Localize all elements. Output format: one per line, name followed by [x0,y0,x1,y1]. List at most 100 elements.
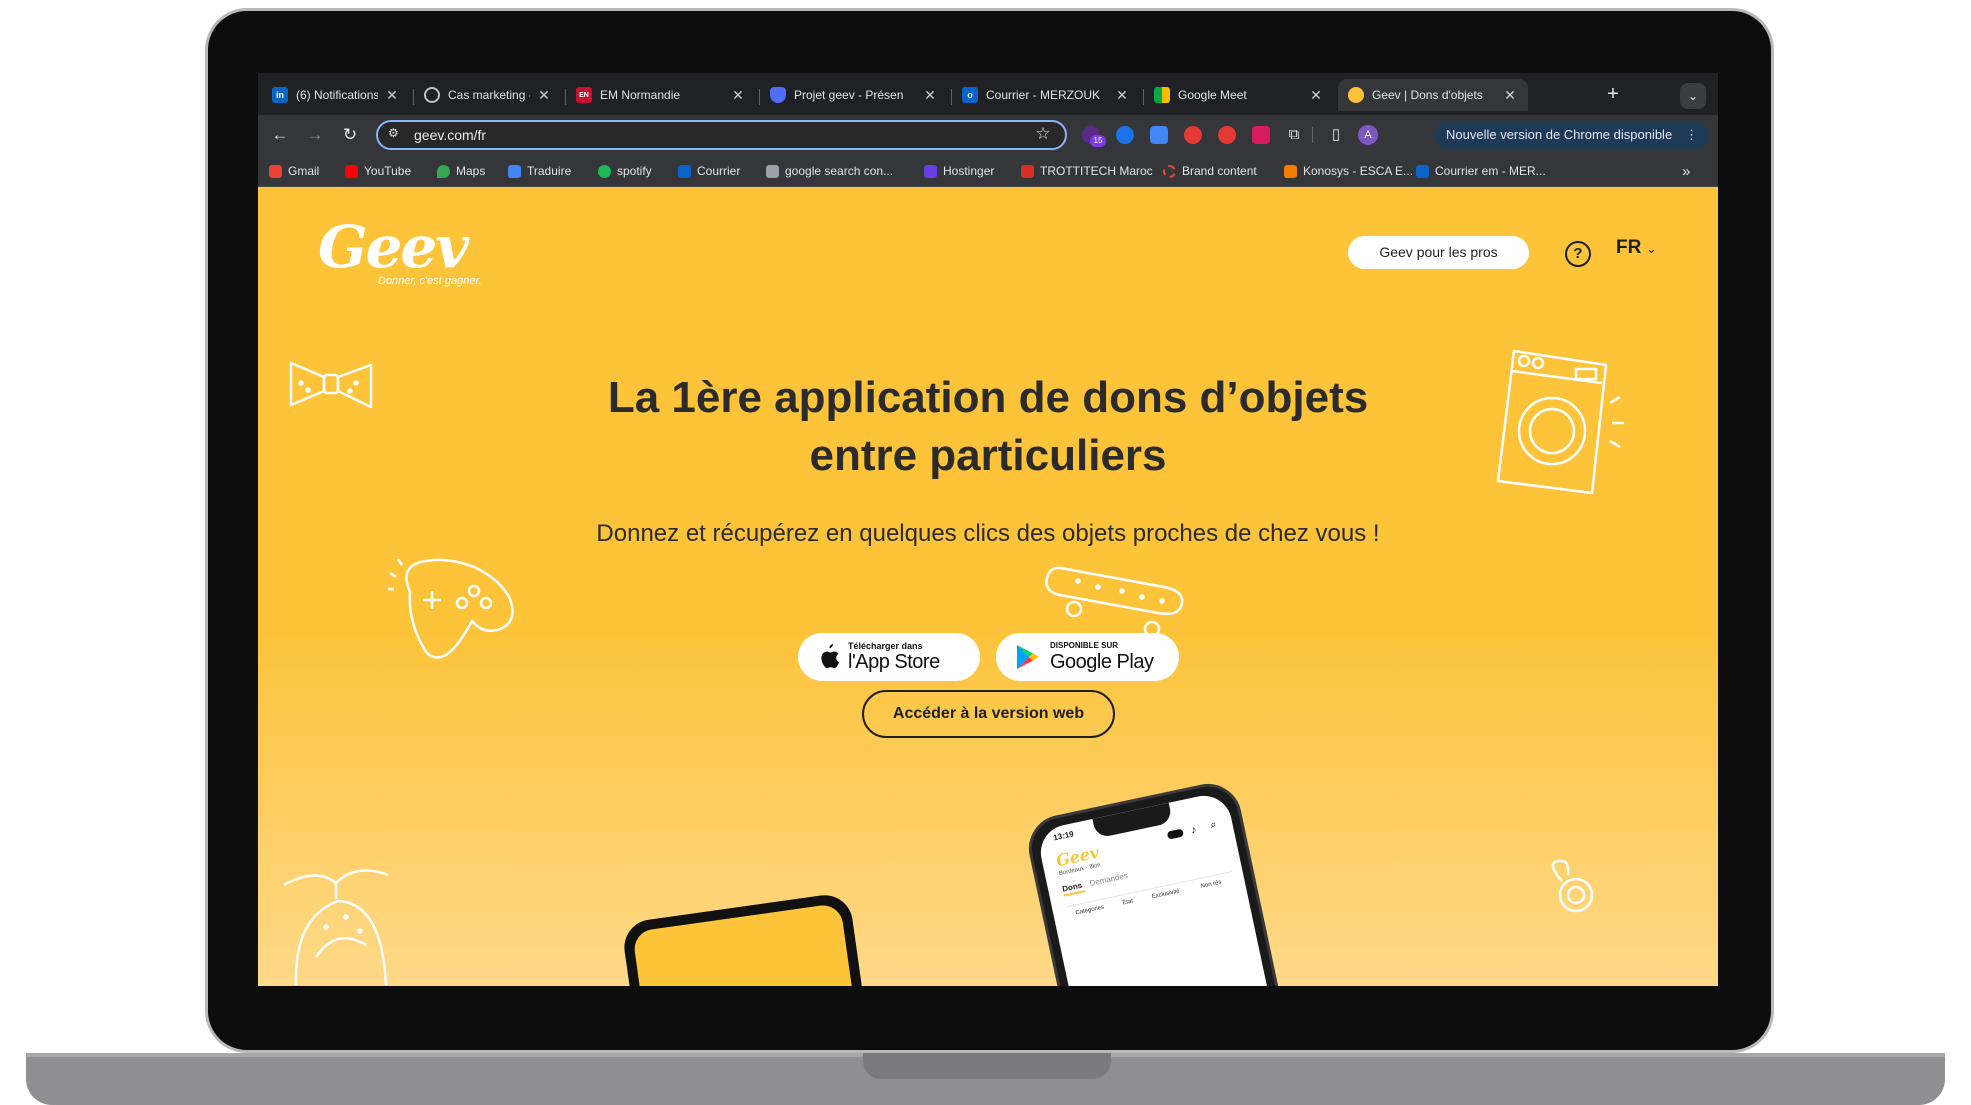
phone-notch [1092,802,1173,839]
browser-tab[interactable]: o Courrier - MERZOUK ✕ [952,79,1140,111]
phone-time: 13:19 [1052,829,1075,843]
app-store-button[interactable]: Télécharger dans l'App Store [798,633,980,681]
bookmark-trottitech[interactable]: TROTTITECH Maroc [1021,162,1153,180]
side-panel-icon[interactable]: ▯ [1324,123,1348,147]
youtube-icon [345,164,358,178]
geev-page: Geev Donner, c'est gagner. Geev pour les… [258,187,1718,986]
browser-tab[interactable]: Projet geev - Présen ✕ [760,79,948,111]
tab-title: Cas marketing - Sta [448,88,530,102]
geev-logo[interactable]: Geev [318,213,469,281]
close-tab-icon[interactable]: ✕ [730,87,746,104]
phone-mockup-back [620,891,866,986]
extension-icon[interactable] [1116,126,1134,144]
bell-icon: ♪ [1189,823,1198,837]
phone-divider [1066,871,1233,908]
chevron-down-icon[interactable]: ⌄ [1646,241,1657,257]
skateboard-doodle [1045,566,1184,638]
bookmark-konosys[interactable]: Konosys - ESCA E... [1284,162,1413,180]
bookmark-traduire[interactable]: Traduire [508,162,571,180]
translate-extension-icon[interactable] [1150,126,1168,144]
url-text[interactable]: geev.com/fr [414,127,486,143]
hero-title-line: La 1ère application de dons d’objets [607,373,1369,422]
close-tab-icon[interactable]: ✕ [1502,87,1518,104]
reload-icon[interactable]: ↻ [338,123,362,147]
bookmark-maps[interactable]: Maps [437,162,485,180]
forward-arrow-icon[interactable]: → [303,123,327,147]
bookmark-label: Courrier em - MER... [1435,164,1546,178]
more-menu-icon[interactable]: ⋮ [1685,121,1698,149]
help-icon[interactable]: ? [1565,241,1591,267]
phone-mockup: 13:19 Geev Bordeaux · 8km ♪ ⌕ Dons Deman… [1022,777,1294,986]
apple-icon [821,644,840,669]
bookmark-courrier[interactable]: Courrier [678,162,740,180]
app-store-label: l'App Store [848,651,940,673]
bookmark-label: Hostinger [943,164,995,178]
tab-title: Geev | Dons d'objets [1372,88,1483,102]
outlook-icon [678,164,691,178]
web-version-button[interactable]: Accéder à la version web [862,690,1115,738]
close-tab-icon[interactable]: ✕ [384,87,400,104]
bow-tie-doodle [289,361,373,409]
globe-icon [424,87,440,103]
hostinger-icon [924,164,937,178]
gmail-icon [269,164,282,178]
bookmarks-bar: Gmail YouTube Maps Traduire spotify Cour… [258,155,1718,187]
phone-filter: État [1122,898,1134,907]
geev-pros-button[interactable]: Geev pour les pros [1348,236,1529,269]
bookmark-hostinger[interactable]: Hostinger [924,162,994,180]
extension-icon[interactable] [1252,126,1270,144]
language-selector[interactable]: FR [1616,237,1641,259]
laptop-screen: in (6) Notifications | Lin ✕ Cas marketi… [258,73,1718,986]
phone-filter: Exclusivité [1151,888,1181,901]
microphone-extension-icon[interactable] [1218,126,1236,144]
back-arrow-icon[interactable]: ← [268,123,292,147]
trottitech-icon [1021,164,1034,178]
bookmark-star-icon[interactable]: ☆ [1032,124,1054,146]
tab-search-button[interactable]: ⌄ [1680,83,1706,109]
bookmark-brand-content[interactable]: Brand content [1163,162,1257,180]
hero-subtitle: Donnez et récupérez en quelques clics de… [596,520,1380,547]
search-icon: ⌕ [1209,818,1218,832]
konosys-icon [1284,164,1297,178]
browser-tab[interactable]: EN EM Normandie ✕ [566,79,756,111]
close-tab-icon[interactable]: ✕ [1114,87,1130,104]
bookmark-label: Traduire [527,164,572,178]
bookmark-label: Brand content [1182,164,1257,178]
propeller-cap-doodle [283,869,389,986]
bookmark-search-console[interactable]: google search con... [766,162,893,180]
outlook-icon [1416,164,1429,178]
bookmark-courrier-em[interactable]: Courrier em - MER... [1416,162,1546,180]
tab-title: EM Normandie [600,88,681,102]
phone-screen [632,902,856,986]
more-bookmarks-icon[interactable]: » [1682,162,1690,180]
new-tab-button[interactable]: + [1600,81,1626,107]
bookmark-gmail[interactable]: Gmail [269,162,319,180]
site-info-icon[interactable]: ⚙ [388,126,406,144]
bookmark-label: YouTube [364,164,412,178]
browser-tab-active[interactable]: Geev | Dons d'objets ✕ [1338,79,1528,111]
browser-tab[interactable]: in (6) Notifications | Lin ✕ [262,79,410,111]
phone-screen: 13:19 Geev Bordeaux · 8km ♪ ⌕ Dons Deman… [1035,790,1281,986]
browser-tab[interactable]: Cas marketing - Sta ✕ [414,79,562,111]
close-tab-icon[interactable]: ✕ [1308,87,1324,104]
address-bar[interactable]: ⚙ geev.com/fr ☆ [376,120,1067,150]
game-controller-doodle [388,558,514,659]
em-normandie-icon: EN [576,87,592,103]
bookmark-youtube[interactable]: YouTube [345,162,411,180]
chrome-update-button[interactable]: Nouvelle version de Chrome disponible ⋮ [1434,121,1708,149]
browser-tab[interactable]: Google Meet ✕ [1144,79,1334,111]
washing-machine-doodle [1496,349,1624,495]
translate-icon [508,164,521,178]
bookmark-label: Gmail [288,164,320,178]
pacifier-doodle [1551,859,1594,913]
close-tab-icon[interactable]: ✕ [922,87,938,104]
phone-filter: Non rés [1200,879,1223,890]
extensions-puzzle-icon[interactable]: ⧉ [1282,123,1306,147]
close-tab-icon[interactable]: ✕ [536,87,552,104]
bookmark-spotify[interactable]: spotify [598,162,652,180]
hero-title-line: entre particuliers [809,431,1167,480]
spotify-icon [598,164,611,178]
google-meet-icon [1154,87,1170,103]
extension-icon[interactable] [1184,126,1202,144]
profile-avatar[interactable]: A [1358,125,1378,145]
